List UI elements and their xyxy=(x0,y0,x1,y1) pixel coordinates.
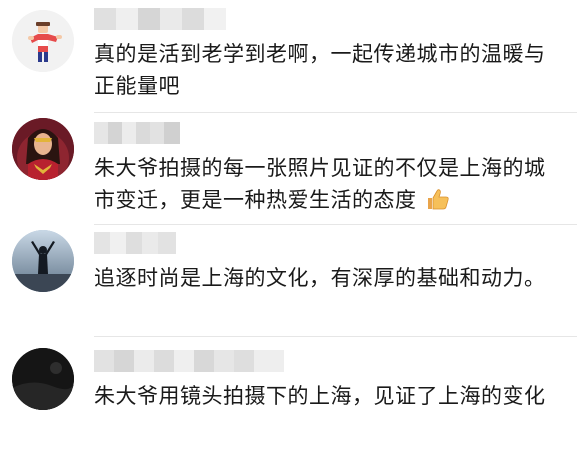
username-blurred[interactable] xyxy=(94,350,284,372)
username-blurred[interactable] xyxy=(94,122,180,144)
comment-text: 追逐时尚是上海的文化，有深厚的基础和动力。 xyxy=(94,266,546,290)
blur-mosaic xyxy=(94,350,284,372)
silhouette-person-avatar-icon xyxy=(12,230,74,292)
comment-item: 朱大爷用镜头拍摄下的上海，见证了上海的变化 xyxy=(0,336,577,454)
avatar[interactable] xyxy=(12,348,74,410)
comment-item: 追逐时尚是上海的文化，有深厚的基础和动力。 xyxy=(0,224,577,334)
wonder-woman-avatar-icon xyxy=(12,118,74,180)
blur-mosaic xyxy=(94,8,226,30)
thumbs-up-icon xyxy=(426,187,450,219)
blur-mosaic xyxy=(94,122,180,144)
dark-photo-avatar-icon xyxy=(12,348,74,410)
comment-text: 真的是活到老学到老啊，一起传递城市的温暖与正能量吧 xyxy=(94,42,546,98)
comment-item: 朱大爷拍摄的每一张照片见证的不仅是上海的城市变迁，更是一种热爱生活的态度 xyxy=(0,112,577,222)
username-blurred[interactable] xyxy=(94,8,226,30)
lego-figure-avatar-icon xyxy=(12,10,74,72)
blur-mosaic xyxy=(94,232,176,254)
comment-text: 朱大爷拍摄的每一张照片见证的不仅是上海的城市变迁，更是一种热爱生活的态度 xyxy=(94,152,564,219)
username-blurred[interactable] xyxy=(94,232,176,254)
comment-item: 真的是活到老学到老啊，一起传递城市的温暖与正能量吧 xyxy=(0,0,577,110)
avatar[interactable] xyxy=(12,230,74,292)
avatar[interactable] xyxy=(12,10,74,72)
comment-text: 朱大爷用镜头拍摄下的上海，见证了上海的变化 xyxy=(94,384,546,408)
comment-text-body: 朱大爷拍摄的每一张照片见证的不仅是上海的城市变迁，更是一种热爱生活的态度 xyxy=(94,156,546,212)
avatar[interactable] xyxy=(12,118,74,180)
